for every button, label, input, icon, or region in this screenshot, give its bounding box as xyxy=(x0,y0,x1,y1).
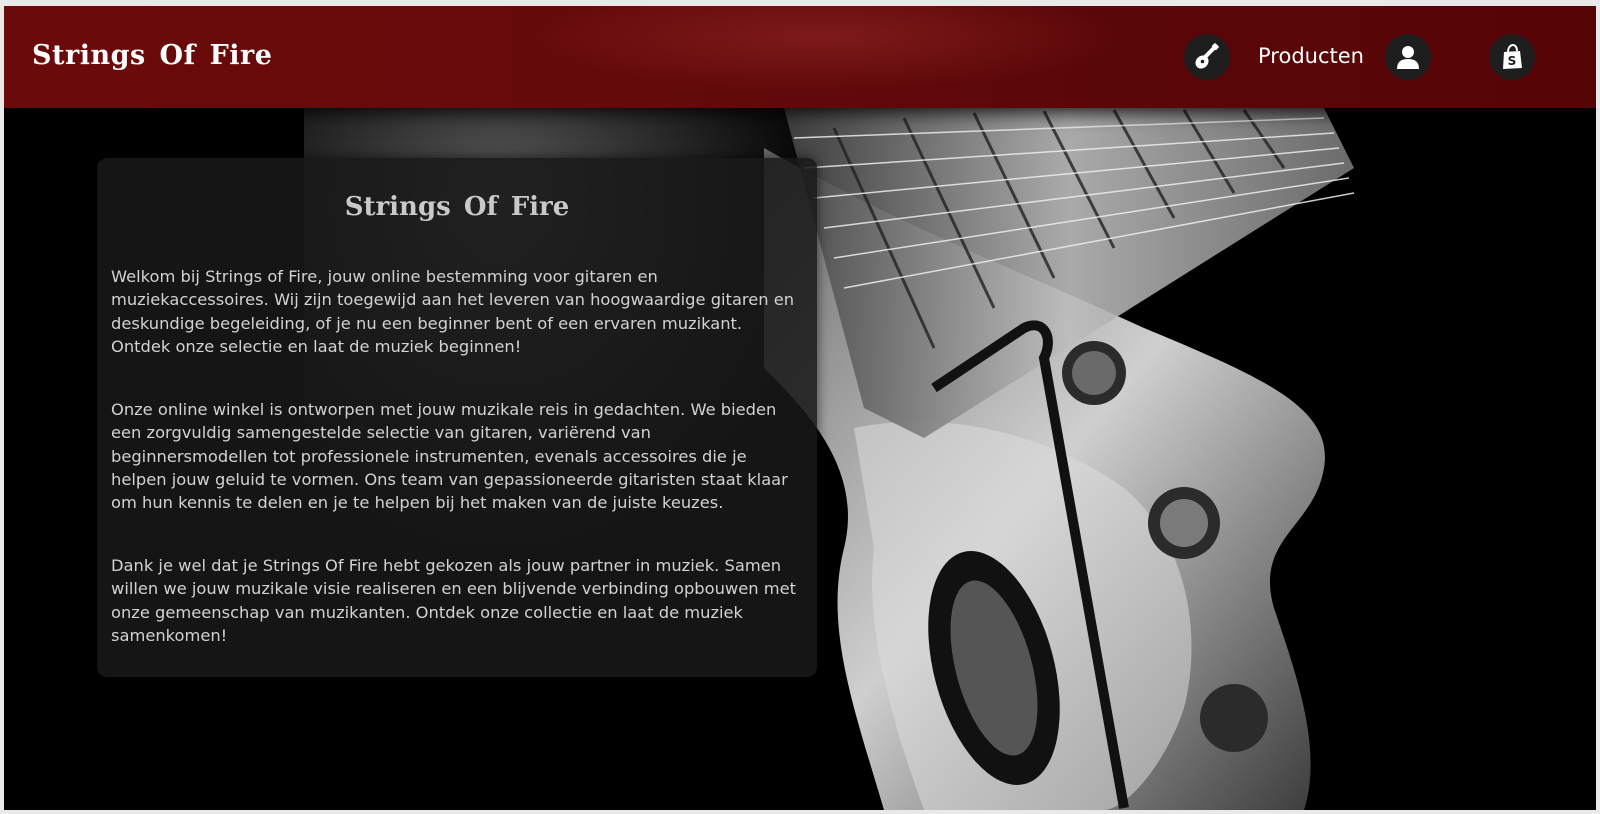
site-header: Strings Of Fire Producten S xyxy=(4,6,1596,108)
intro-paragraph-3: Dank je wel dat je Strings Of Fire hebt … xyxy=(111,556,797,645)
nav-producten-link[interactable]: Producten xyxy=(1258,44,1364,68)
page-frame: Strings Of Fire Producten S Strings Of F… xyxy=(4,6,1596,810)
guitar-icon[interactable] xyxy=(1184,34,1230,80)
site-logo[interactable]: Strings Of Fire xyxy=(32,40,272,71)
intro-paragraph-2: Onze online winkel is ontworpen met jouw… xyxy=(111,400,788,513)
intro-paragraph-1: Welkom bij Strings of Fire, jouw online … xyxy=(111,267,795,356)
intro-card: Strings Of Fire Welkom bij Strings of Fi… xyxy=(97,158,817,677)
intro-title: Strings Of Fire xyxy=(344,192,570,222)
svg-text:S: S xyxy=(1508,54,1517,68)
user-icon[interactable] xyxy=(1385,34,1431,80)
shopping-bag-icon[interactable]: S xyxy=(1489,34,1535,80)
